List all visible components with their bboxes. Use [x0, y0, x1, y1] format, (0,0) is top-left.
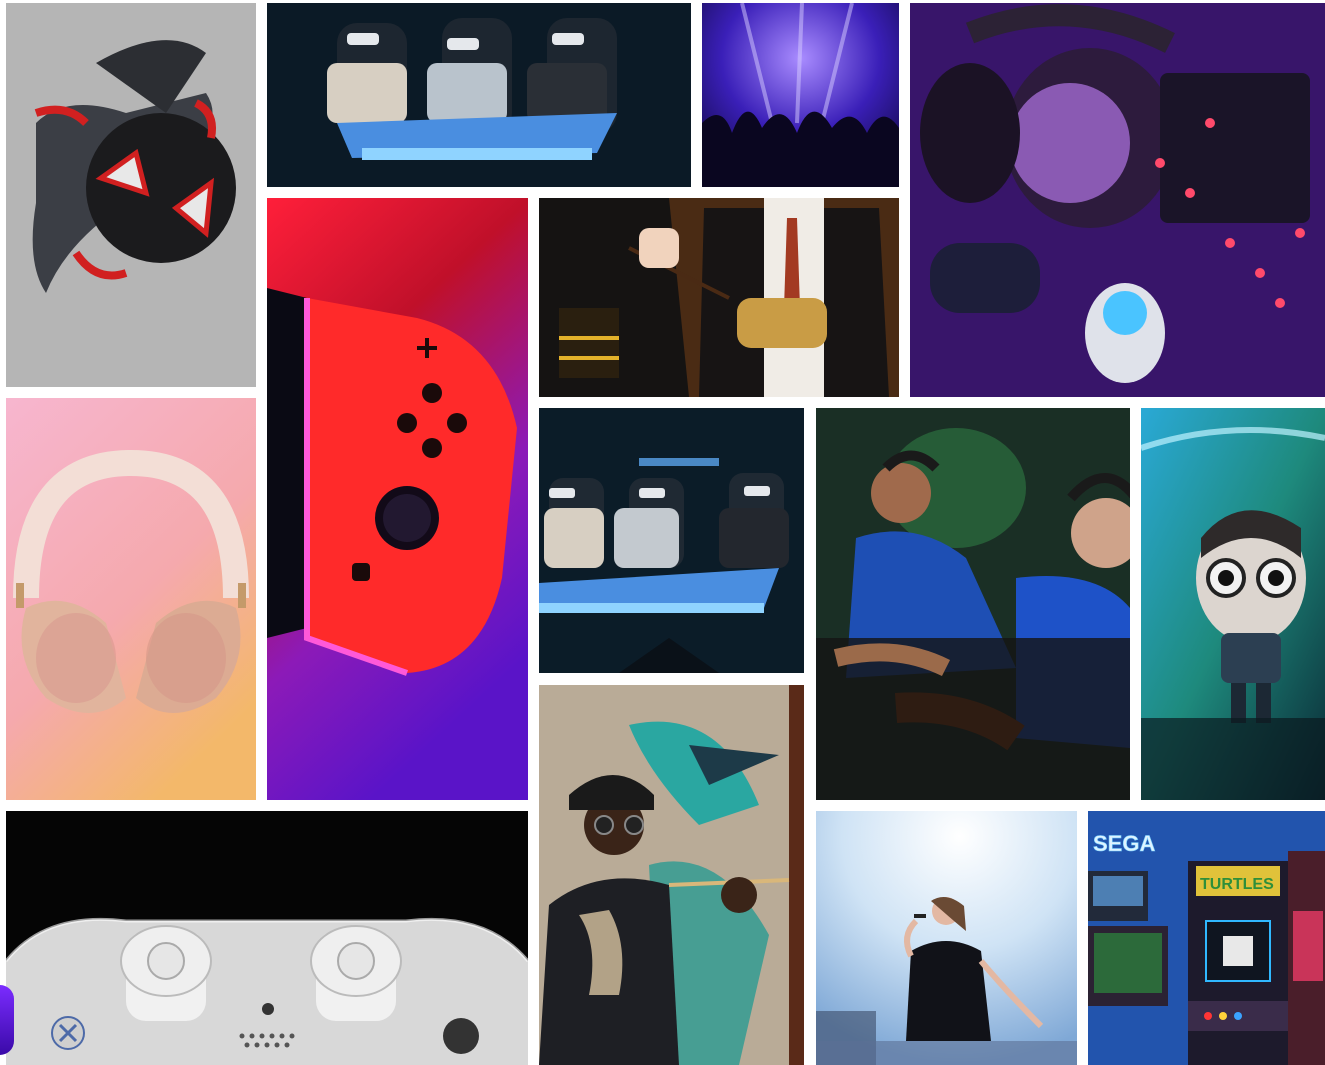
switch-controller-image	[267, 198, 528, 800]
photo-concert-crowd[interactable]	[702, 3, 899, 187]
vr-theater-image	[267, 3, 691, 187]
photo-headphones-pink[interactable]	[6, 398, 256, 800]
photo-switch-controller[interactable]	[267, 198, 528, 800]
painter-mural-image	[539, 685, 804, 1065]
photo-arcade-cabinets[interactable]: SEGA TURTLES	[1088, 811, 1325, 1065]
photo-vr-theater-2[interactable]	[539, 408, 804, 673]
photo-painter-mural[interactable]	[539, 685, 804, 1065]
turtles-marquee: TURTLES	[1200, 876, 1274, 893]
photo-funko-figure[interactable]	[1141, 408, 1325, 800]
arcade-cabinets-image: SEGA TURTLES	[1088, 811, 1325, 1065]
singer-stage-image	[816, 811, 1077, 1065]
playstation-controller-image	[6, 811, 528, 1065]
photo-playstation-controller[interactable]	[6, 811, 528, 1065]
vr-theater-image-2	[539, 408, 804, 673]
decorative-accent	[0, 985, 14, 1055]
funko-figure-image	[1141, 408, 1325, 800]
photo-esports-players[interactable]	[816, 408, 1130, 800]
esports-image	[816, 408, 1130, 800]
wizard-costumes-image	[539, 198, 899, 397]
concert-crowd-image	[702, 3, 899, 187]
spiderman-plush-image	[6, 3, 256, 387]
photo-vr-theater-1[interactable]	[267, 3, 691, 187]
sega-sign: SEGA	[1093, 831, 1155, 856]
photo-singer-stage[interactable]	[816, 811, 1077, 1065]
headphones-image	[6, 398, 256, 800]
photo-gaming-headset-desk[interactable]	[910, 3, 1325, 397]
gaming-headset-image	[910, 3, 1325, 397]
photo-wizard-costumes[interactable]	[539, 198, 899, 397]
photo-spiderman-plush[interactable]	[6, 3, 256, 387]
